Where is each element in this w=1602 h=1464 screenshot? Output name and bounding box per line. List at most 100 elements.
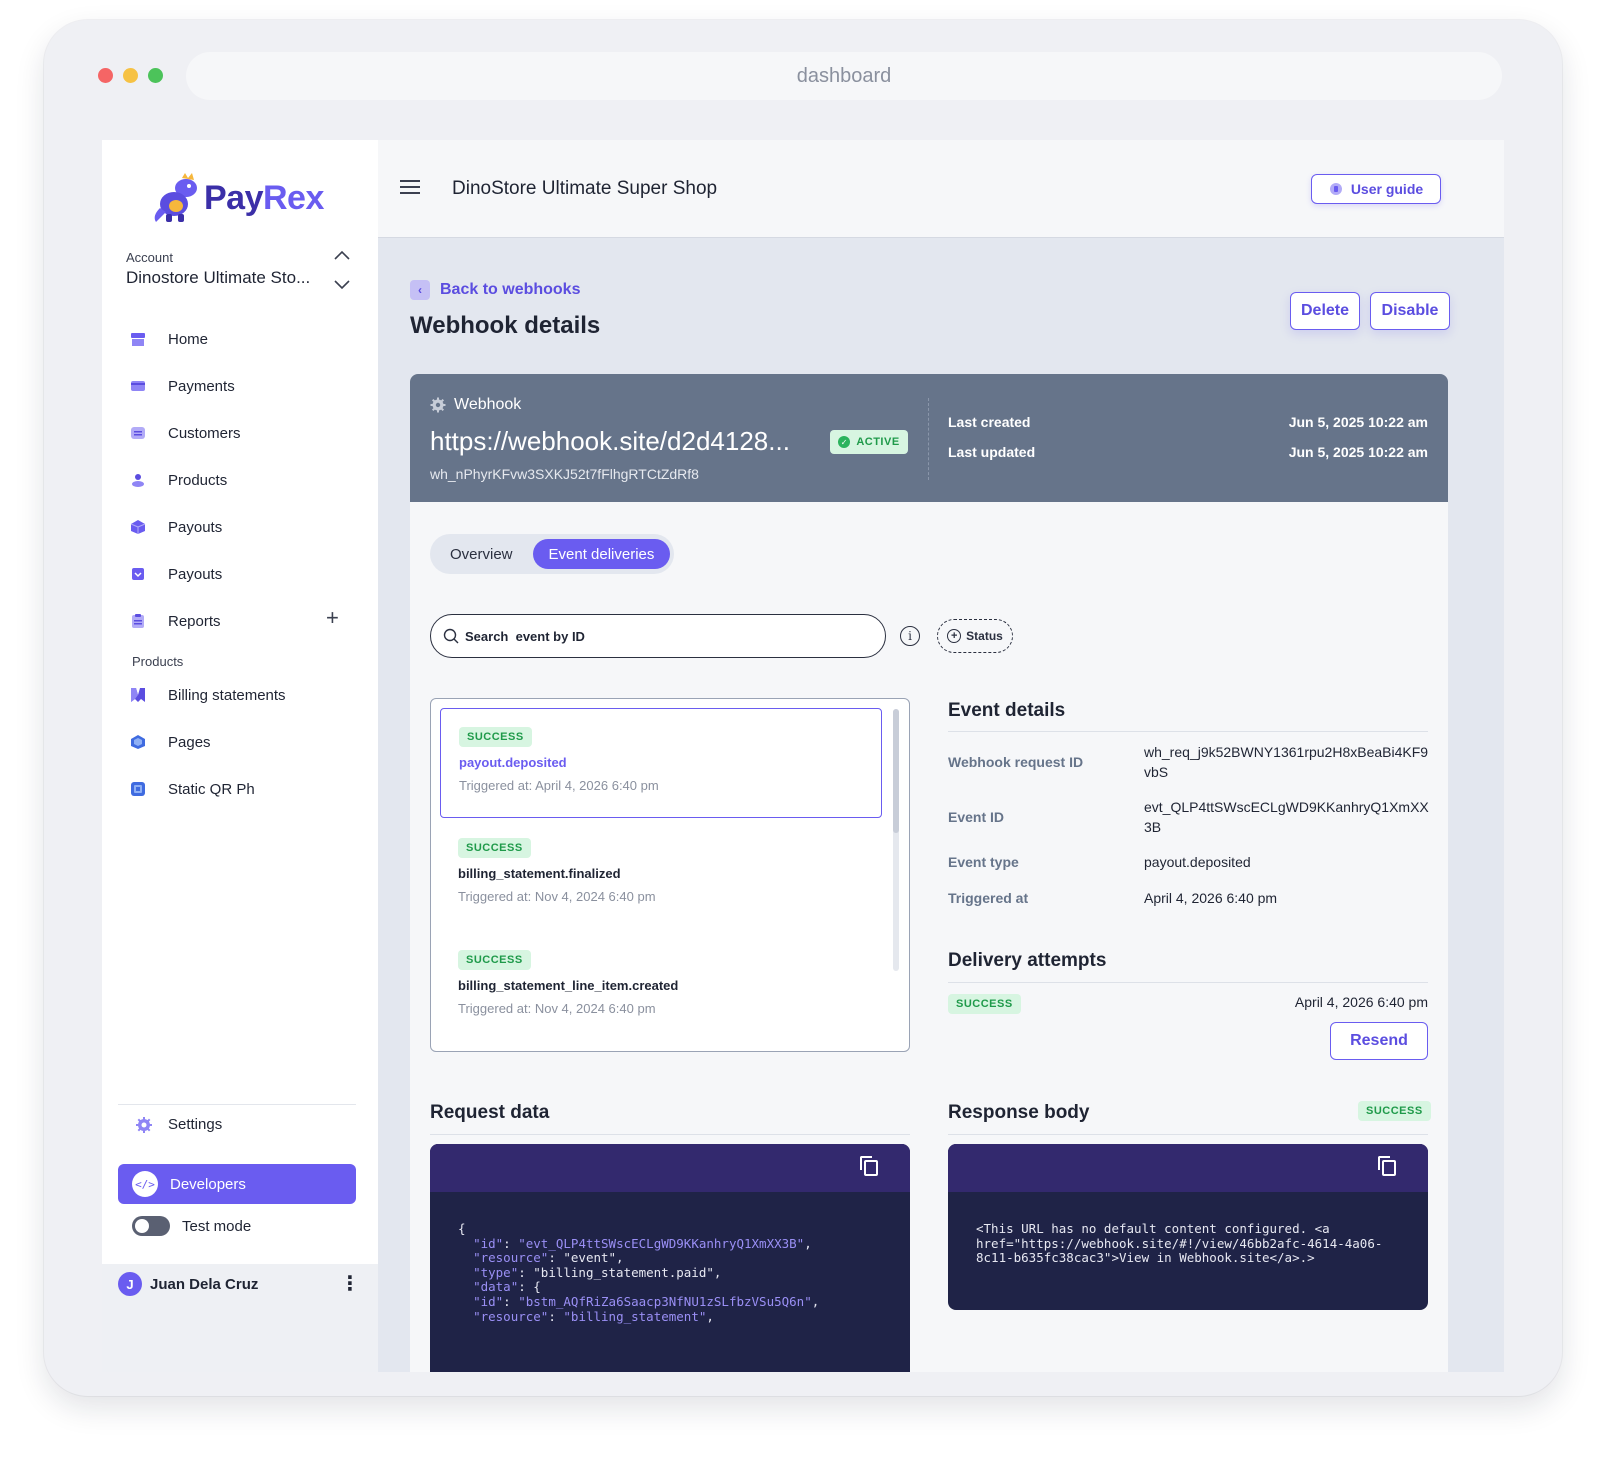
sidebar-item-label: Home (168, 330, 209, 348)
resend-button[interactable]: Resend (1330, 1022, 1428, 1060)
request-id-value: wh_req_j9k52BWNY1361rpu2H8xBeaBi4KF9vbS (1144, 744, 1429, 780)
sidebar-item-pages[interactable]: Pages (130, 724, 360, 760)
menu-icon[interactable] (400, 180, 420, 194)
sidebar-item-payouts-2[interactable]: Payouts (130, 556, 360, 592)
event-type: billing_statement.finalized (458, 866, 621, 881)
disable-button[interactable]: Disable (1370, 292, 1450, 330)
list-item[interactable]: SUCCESS payout.deposited Triggered at: A… (440, 708, 882, 818)
last-created-value: Jun 5, 2025 10:22 am (1288, 414, 1428, 430)
status-badge: SUCCESS (458, 838, 531, 858)
last-created-row: Last created Jun 5, 2025 10:22 am (948, 414, 1428, 430)
customers-icon (130, 425, 146, 441)
shop-name: DinoStore Ultimate Super Shop (452, 178, 718, 199)
book-icon (1329, 183, 1342, 195)
payrex-logo[interactable]: PayRex (152, 172, 324, 224)
sidebar-item-products[interactable]: Products (130, 462, 360, 498)
sidebar-divider (118, 1104, 356, 1105)
sidebar-item-customers[interactable]: Customers (130, 415, 360, 451)
status-badge: ✓ ACTIVE (830, 430, 908, 454)
delete-button[interactable]: Delete (1290, 292, 1360, 330)
info-icon[interactable]: i (900, 626, 920, 646)
sidebar-item-payouts[interactable]: Payouts (130, 509, 360, 545)
sidebar-item-developers[interactable]: </> Developers (118, 1164, 356, 1204)
status-filter[interactable]: + Status (937, 619, 1013, 653)
sidebar: PayRex Account Dinostore Ultimate Sto...… (102, 140, 378, 1372)
address-text: dashboard (796, 64, 892, 87)
request-id-label: Webhook request ID (948, 754, 1084, 770)
section-divider (430, 1134, 910, 1135)
close-dot[interactable] (98, 68, 113, 83)
billing-icon (130, 687, 146, 703)
event-details-title: Event details (948, 700, 1066, 721)
code-header (948, 1144, 1428, 1192)
tab-bar: Overview Event deliveries (430, 534, 675, 574)
search-field[interactable] (430, 614, 886, 658)
sidebar-item-label: Pages (168, 733, 211, 751)
last-updated-value: Jun 5, 2025 10:22 am (1288, 444, 1428, 460)
sidebar-item-label: Payouts (168, 565, 223, 583)
event-type: payout.deposited (459, 755, 567, 770)
back-to-webhooks-link[interactable]: ‹ Back to webhooks (410, 280, 580, 300)
browser-window: dashboard PayRex Account Dinostore Ultim… (44, 20, 1562, 1396)
developers-label: Developers (170, 1175, 246, 1193)
tab-overview[interactable]: Overview (434, 539, 529, 569)
list-item[interactable]: SUCCESS billing_statement_line_item.crea… (440, 932, 882, 1042)
page-title: Webhook details (410, 312, 601, 339)
triggered-label: Triggered at (948, 890, 1029, 906)
user-name: Juan Dela Cruz (150, 1275, 259, 1293)
event-time: Triggered at: April 4, 2026 6:40 pm (459, 778, 659, 793)
address-bar[interactable]: dashboard (186, 52, 1502, 100)
sidebar-item-label: Static QR Ph (168, 780, 255, 798)
sidebar-item-home[interactable]: Home (130, 321, 360, 357)
search-input[interactable] (465, 628, 865, 644)
user-profile[interactable]: J Juan Dela Cruz (118, 1272, 258, 1296)
status-badge: SUCCESS (1358, 1101, 1431, 1121)
gear-icon (136, 1116, 152, 1133)
webhook-id: wh_nPhyrKFvw3SXKJ52t7fFlhgRTCtZdRf8 (430, 466, 699, 482)
back-label: Back to webhooks (440, 281, 581, 298)
response-code-block: <This URL has no default content configu… (948, 1144, 1428, 1310)
settings-label: Settings (168, 1116, 223, 1133)
sidebar-item-settings[interactable]: Settings (136, 1116, 222, 1133)
sidebar-item-static-qr[interactable]: Static QR Ph (130, 771, 360, 807)
delivery-attempts-title: Delivery attempts (948, 950, 1107, 971)
last-updated-row: Last updated Jun 5, 2025 10:22 am (948, 444, 1428, 460)
tab-event-deliveries[interactable]: Event deliveries (532, 539, 671, 569)
sidebar-item-payments[interactable]: Payments (130, 368, 360, 404)
test-mode-toggle[interactable] (132, 1216, 170, 1236)
card-icon (130, 378, 146, 394)
event-type-label: Event type (948, 854, 1019, 870)
status-filter-label: Status (966, 629, 1003, 643)
copy-icon[interactable] (1378, 1156, 1396, 1176)
list-item[interactable]: SUCCESS billing_statement.finalized Trig… (440, 820, 882, 930)
chevron-down-icon (334, 280, 350, 290)
more-vertical-icon[interactable]: ⋮ (340, 1274, 360, 1294)
status-badge: SUCCESS (458, 950, 531, 970)
chevron-up-icon (334, 250, 350, 260)
top-bar: DinoStore Ultimate Super Shop User guide (378, 140, 1504, 238)
event-time: Triggered at: Nov 4, 2024 6:40 pm (458, 889, 656, 904)
store-icon (130, 331, 146, 347)
sidebar-item-billing-statements[interactable]: Billing statements (130, 677, 360, 713)
section-divider (948, 731, 1428, 732)
pages-icon (130, 734, 146, 750)
account-switcher[interactable] (332, 250, 352, 290)
request-json: { "id": "evt_QLP4ttSWscECLgWD9KKanhryQ1X… (458, 1221, 820, 1324)
maximize-dot[interactable] (148, 68, 163, 83)
sidebar-item-label: Billing statements (168, 686, 286, 704)
response-body-title: Response body (948, 1102, 1090, 1123)
event-type-value: payout.deposited (1144, 854, 1251, 870)
clipboard-icon (130, 613, 146, 629)
minimize-dot[interactable] (123, 68, 138, 83)
user-guide-button[interactable]: User guide (1311, 174, 1441, 204)
add-report-icon[interactable]: + (326, 607, 339, 629)
sidebar-item-label: Customers (168, 424, 241, 442)
brand-name: PayRex (204, 178, 324, 217)
triggered-value: April 4, 2026 6:40 pm (1144, 890, 1278, 906)
list-scrollbar[interactable] (893, 709, 899, 971)
copy-icon[interactable] (860, 1156, 878, 1176)
account-name[interactable]: Dinostore Ultimate Sto... (126, 268, 326, 288)
status-badge: SUCCESS (948, 994, 1021, 1014)
webhook-card: Webhook https://webhook.site/d2d4128... … (410, 374, 1448, 1372)
sidebar-item-label: Products (168, 471, 228, 489)
